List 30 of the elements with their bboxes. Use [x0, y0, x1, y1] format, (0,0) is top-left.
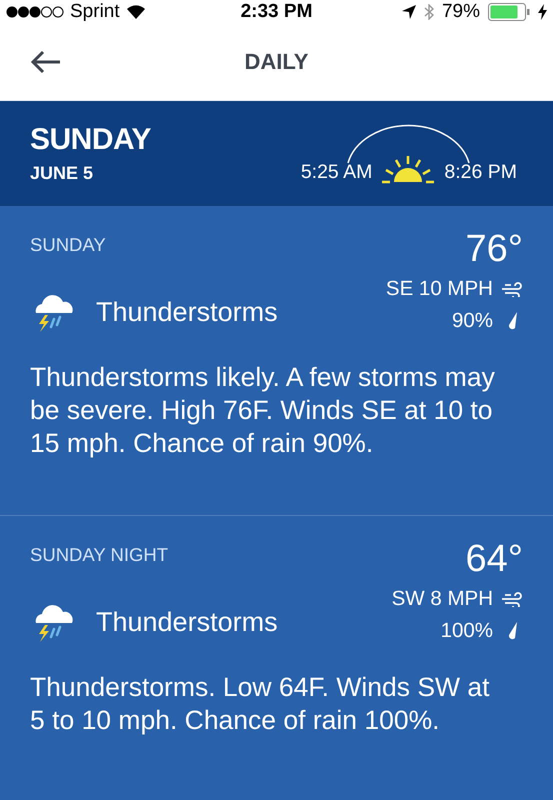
charging-icon: [538, 4, 547, 20]
sunset-time: 8:26 PM: [444, 160, 517, 184]
bluetooth-icon: [424, 4, 434, 20]
temperature: 76°: [466, 228, 523, 271]
forecast-description: Thunderstorms likely. A few storms may be severe. High 76F. Winds SE at 10 to 15 mph. Chance of rain 90%.: [30, 361, 496, 460]
wifi-icon: [126, 5, 146, 19]
wind-speed: SE 10 MPH: [386, 277, 493, 301]
sun-icon: [380, 154, 436, 184]
temperature: 64°: [466, 538, 523, 581]
page-title: DAILY: [244, 49, 308, 74]
signal-icon: [6, 6, 64, 18]
period-name: SUNDAY: [30, 234, 106, 257]
carrier-name: Sprint: [70, 1, 120, 23]
date-label: JUNE 5: [30, 163, 94, 184]
battery-percent: 79%: [442, 1, 480, 23]
condition-label: Thunderstorms: [96, 296, 278, 328]
clock-time: 2:33 PM: [240, 1, 312, 22]
precipitation-chance: 90%: [452, 309, 493, 333]
wind-speed: SW 8 MPH: [392, 587, 493, 611]
battery-icon: [488, 3, 530, 21]
wind-icon: [501, 281, 523, 297]
period-name: SUNDAY NIGHT: [30, 544, 168, 567]
back-button[interactable]: [30, 50, 62, 74]
sunrise-time: 5:25 AM: [300, 160, 372, 184]
location-arrow-icon: [402, 5, 416, 19]
precipitation-chance: 100%: [440, 619, 493, 643]
condition-label: Thunderstorms: [96, 606, 278, 638]
day-name: SUNDAY: [30, 123, 152, 157]
wind-icon: [501, 591, 523, 607]
forecast-description: Thunderstorms. Low 64F. Winds SW at 5 to 10 mph. Chance of rain 100%.: [30, 671, 490, 737]
